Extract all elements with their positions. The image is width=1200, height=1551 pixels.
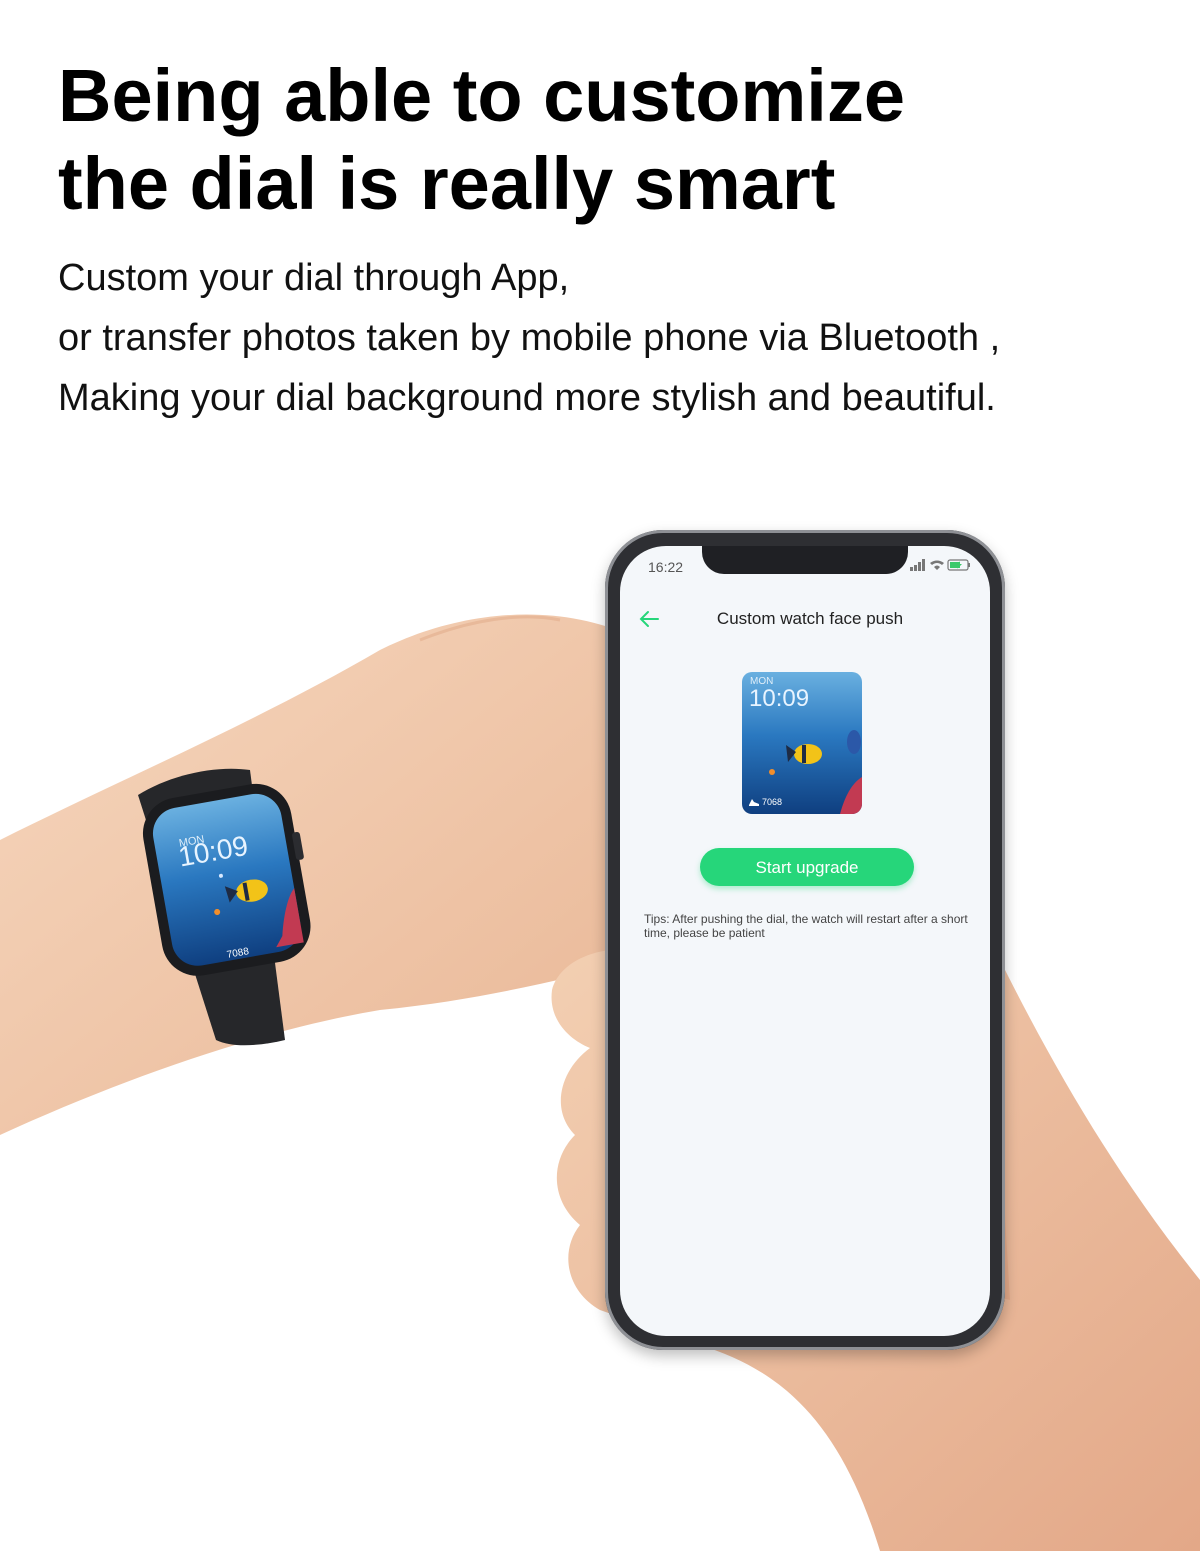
battery-charging-icon — [947, 559, 970, 571]
phone-notch — [702, 546, 908, 574]
status-time: 16:22 — [648, 559, 684, 575]
preview-time: 10:09 — [749, 685, 810, 712]
page-title: Custom watch face push — [716, 609, 904, 628]
shoe-icon — [749, 799, 759, 806]
signal-icon — [910, 559, 925, 571]
forearm — [0, 614, 640, 1135]
wifi-icon — [930, 560, 944, 570]
start-upgrade-button[interactable]: Start upgrade — [700, 848, 914, 886]
watch-face-preview: MON 10:09 7068 — [742, 672, 862, 814]
phone-screen: 16:22 Custom watch face push MON 10:09 7… — [620, 546, 990, 1336]
product-photo — [0, 614, 1200, 1551]
status-icons — [910, 559, 970, 571]
preview-steps: 7068 — [762, 797, 783, 807]
tips-text: Tips: After pushing the dial, the watch … — [644, 912, 968, 940]
